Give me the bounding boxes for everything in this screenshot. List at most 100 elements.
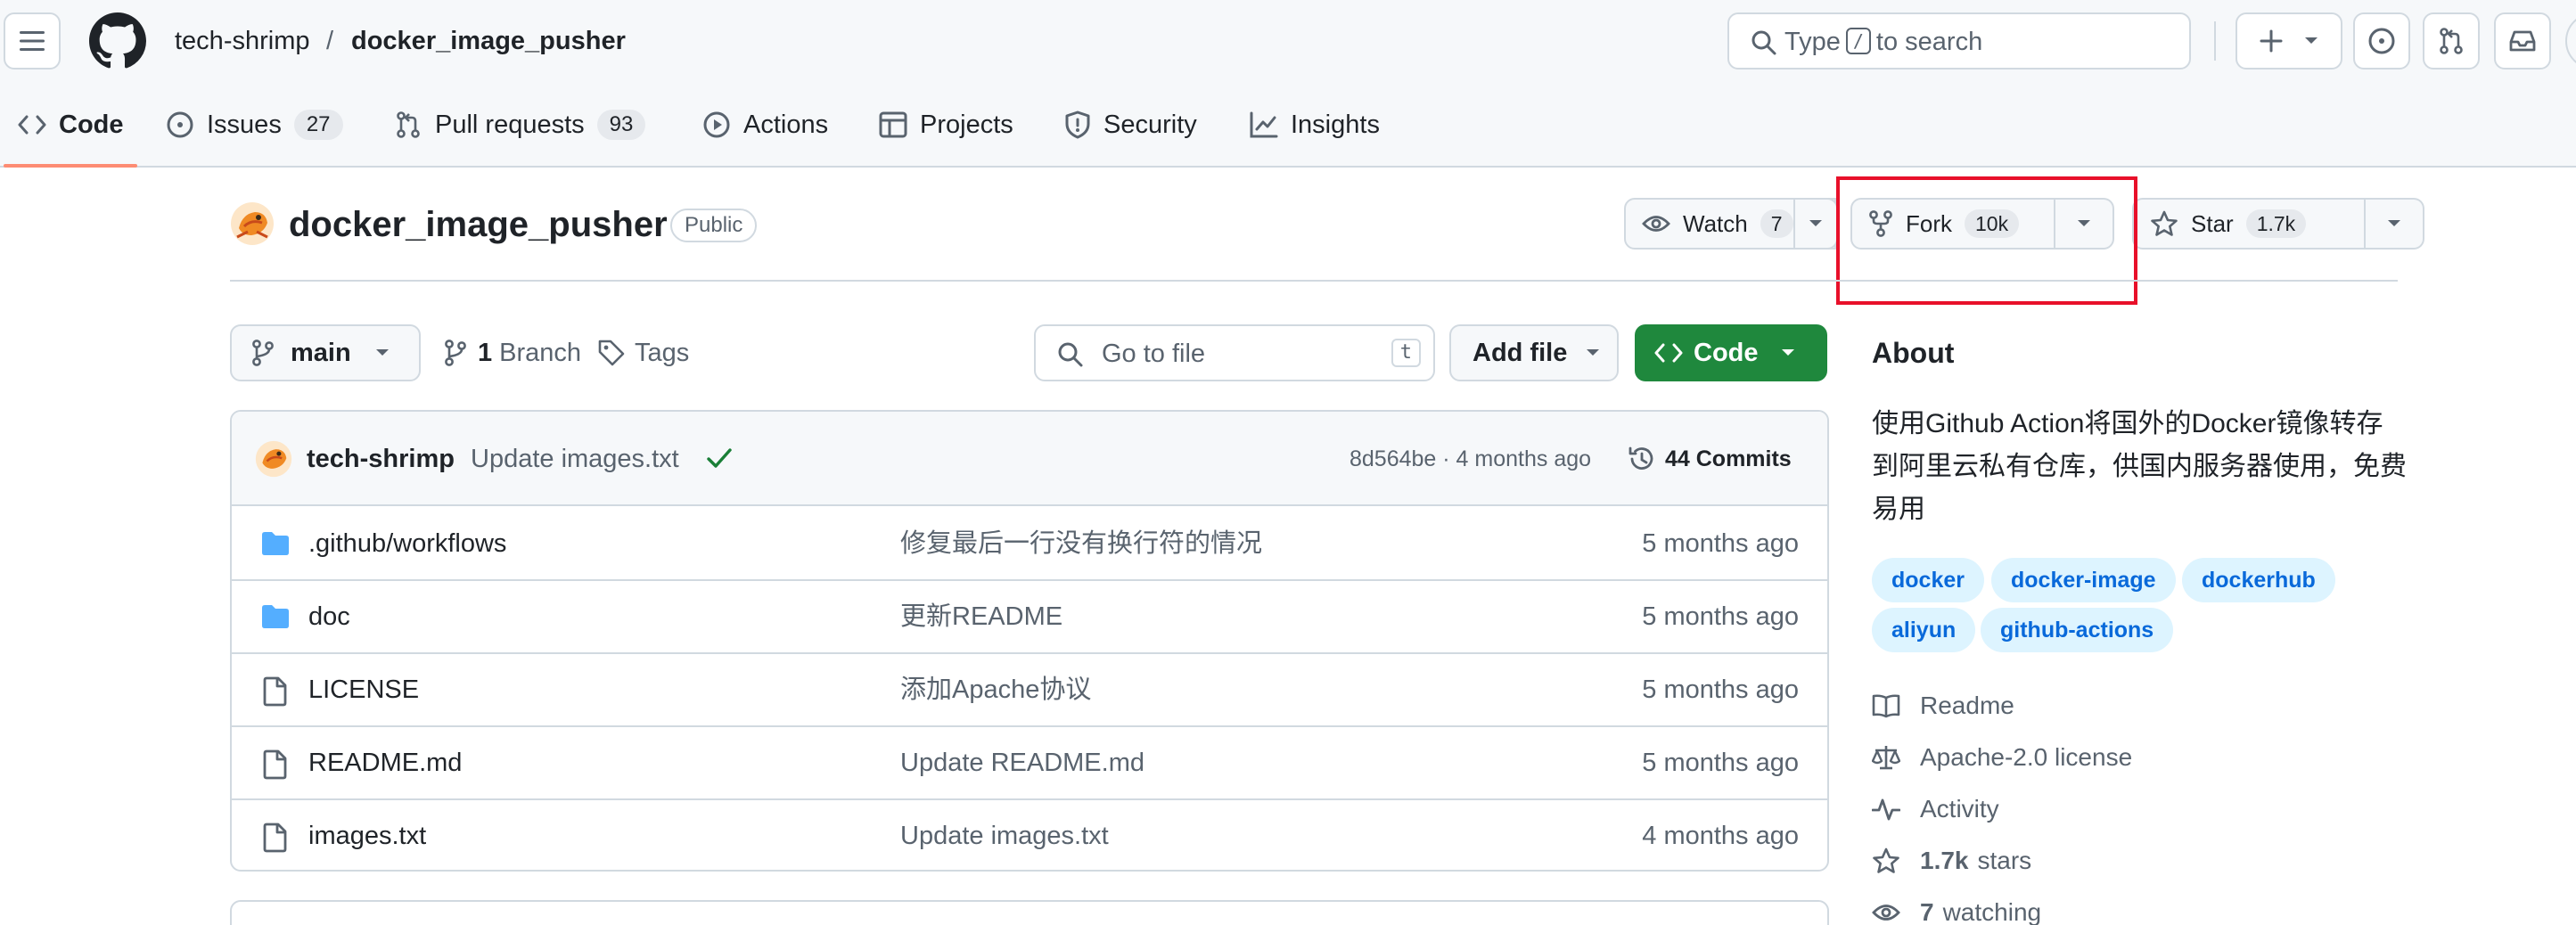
search-shortcut-key: /: [1845, 28, 1871, 54]
file-name-link[interactable]: doc: [308, 600, 350, 634]
branches-link[interactable]: 1 Branch: [444, 335, 581, 371]
search-icon: [1058, 342, 1083, 367]
breadcrumb-owner[interactable]: tech-shrimp: [175, 23, 310, 59]
star-count: 1.7k: [2245, 209, 2307, 238]
go-to-file-placeholder: Go to file: [1102, 340, 1206, 368]
user-avatar[interactable]: [2565, 12, 2576, 70]
pull-requests-button[interactable]: [2423, 12, 2480, 70]
repo-name-heading[interactable]: docker_image_pusher: [289, 203, 668, 246]
check-icon[interactable]: [706, 446, 733, 471]
topic-tag[interactable]: docker-image: [1991, 558, 2176, 602]
file-name-link[interactable]: LICENSE: [308, 673, 419, 707]
star-dropdown-button[interactable]: [2366, 198, 2424, 250]
commit-author-link[interactable]: tech-shrimp: [307, 442, 455, 476]
tab-label: Security: [1103, 110, 1197, 139]
star-button[interactable]: Star 1.7k: [2132, 198, 2366, 250]
git-pull-request-icon: [397, 111, 420, 138]
plus-icon: [2260, 29, 2283, 53]
inbox-button[interactable]: [2494, 12, 2551, 70]
file-row[interactable]: LICENSE 添加Apache协议 5 months ago: [232, 652, 1827, 725]
header-divider: [2214, 21, 2216, 61]
tab-security[interactable]: Security: [1064, 107, 1197, 143]
commits-history-link[interactable]: 44 Commits: [1628, 442, 1792, 476]
file-icon: [263, 823, 287, 853]
branch-select-button[interactable]: main: [230, 324, 421, 381]
tab-code[interactable]: Code: [18, 107, 124, 143]
go-to-file-input[interactable]: Go to file t: [1034, 324, 1435, 381]
file-commit-date: 5 months ago: [1642, 749, 1799, 777]
tab-projects[interactable]: Projects: [879, 107, 1013, 143]
code-icon: [1654, 343, 1683, 363]
tab-insights[interactable]: Insights: [1250, 107, 1380, 143]
menu-button[interactable]: [4, 12, 61, 70]
history-icon: [1628, 446, 1653, 470]
topic-tag[interactable]: docker: [1872, 558, 1984, 602]
tab-label: Actions: [743, 110, 829, 139]
star-icon: [2151, 210, 2178, 236]
table-icon: [879, 111, 907, 138]
branch-count: 1: [478, 338, 493, 367]
repo-owner-avatar[interactable]: [230, 201, 275, 246]
license-link[interactable]: Apache-2.0 license: [1872, 740, 2132, 775]
file-commit-message[interactable]: Update images.txt: [900, 819, 1109, 853]
tab-label: Projects: [920, 110, 1013, 139]
create-new-button[interactable]: [2236, 12, 2342, 70]
search-input[interactable]: Type / to search: [1727, 12, 2191, 70]
tab-actions[interactable]: Actions: [702, 107, 828, 143]
topic-tag[interactable]: github-actions: [1981, 608, 2174, 652]
chevron-down-icon: [1809, 220, 1822, 226]
github-logo-icon[interactable]: [89, 12, 146, 70]
tags-link[interactable]: Tags: [597, 335, 689, 371]
file-commit-message[interactable]: 修复最后一行没有换行符的情况: [900, 527, 1262, 561]
file-row[interactable]: .github/workflows 修复最后一行没有换行符的情况 5 month…: [232, 508, 1827, 581]
chevron-down-icon: [2388, 220, 2400, 226]
commit-hash-and-time[interactable]: 8d564be · 4 months ago: [1350, 444, 1591, 474]
activity-label: Activity: [1920, 795, 1999, 823]
star-label: Star: [2191, 209, 2234, 237]
file-row[interactable]: README.md Update README.md 5 months ago: [232, 725, 1827, 798]
file-icon: [263, 749, 287, 780]
file-commit-message[interactable]: 添加Apache协议: [900, 673, 1091, 707]
commit-author-avatar[interactable]: [255, 440, 292, 478]
file-row[interactable]: doc 更新README 5 months ago: [232, 579, 1827, 652]
file-name-link[interactable]: README.md: [308, 746, 462, 780]
file-name-link[interactable]: images.txt: [308, 819, 426, 853]
add-file-button[interactable]: Add file: [1449, 324, 1619, 381]
watch-dropdown-button[interactable]: [1793, 198, 1838, 250]
watch-label: Watch: [1683, 209, 1748, 237]
tag-icon: [598, 340, 625, 366]
file-name-link[interactable]: .github/workflows: [308, 527, 506, 561]
code-icon: [18, 115, 46, 135]
file-row[interactable]: images.txt Update images.txt 4 months ag…: [232, 798, 1827, 870]
stars-link[interactable]: 1.7k stars: [1872, 843, 2031, 879]
file-commit-date: 5 months ago: [1642, 529, 1799, 558]
tab-issues[interactable]: Issues 27: [166, 107, 343, 143]
tab-pull-requests[interactable]: Pull requests 93: [394, 107, 646, 143]
issue-opened-icon: [2368, 28, 2395, 54]
eye-icon: [1642, 216, 1670, 232]
watch-count: 7: [1760, 209, 1793, 238]
topic-tag[interactable]: aliyun: [1872, 608, 1976, 652]
readme-label: Readme: [1920, 692, 2014, 719]
search-icon: [1752, 30, 1776, 55]
watching-link[interactable]: 7 watching: [1872, 895, 2041, 925]
issues-button[interactable]: [2353, 12, 2410, 70]
readme-link[interactable]: Readme: [1872, 688, 2014, 724]
commit-message-link[interactable]: Update images.txt: [471, 442, 679, 476]
tab-label: Insights: [1291, 110, 1380, 139]
file-commit-message[interactable]: Update README.md: [900, 746, 1144, 780]
folder-icon: [262, 532, 289, 555]
file-icon: [263, 676, 287, 707]
commits-count-label: 44 Commits: [1665, 446, 1792, 471]
file-commit-message[interactable]: 更新README: [900, 600, 1062, 634]
breadcrumb-repo[interactable]: docker_image_pusher: [351, 23, 626, 59]
repo-nav: Code Issues 27 Pull requests 93 Actions …: [0, 84, 2576, 168]
topic-tag[interactable]: dockerhub: [2182, 558, 2335, 602]
hamburger-icon: [20, 31, 45, 51]
eye-icon: [1872, 905, 1900, 921]
book-icon: [1872, 694, 1900, 718]
code-dropdown-button[interactable]: Code: [1635, 324, 1827, 381]
activity-link[interactable]: Activity: [1872, 791, 1999, 827]
git-branch-icon: [445, 340, 466, 366]
tags-label: Tags: [635, 338, 690, 367]
